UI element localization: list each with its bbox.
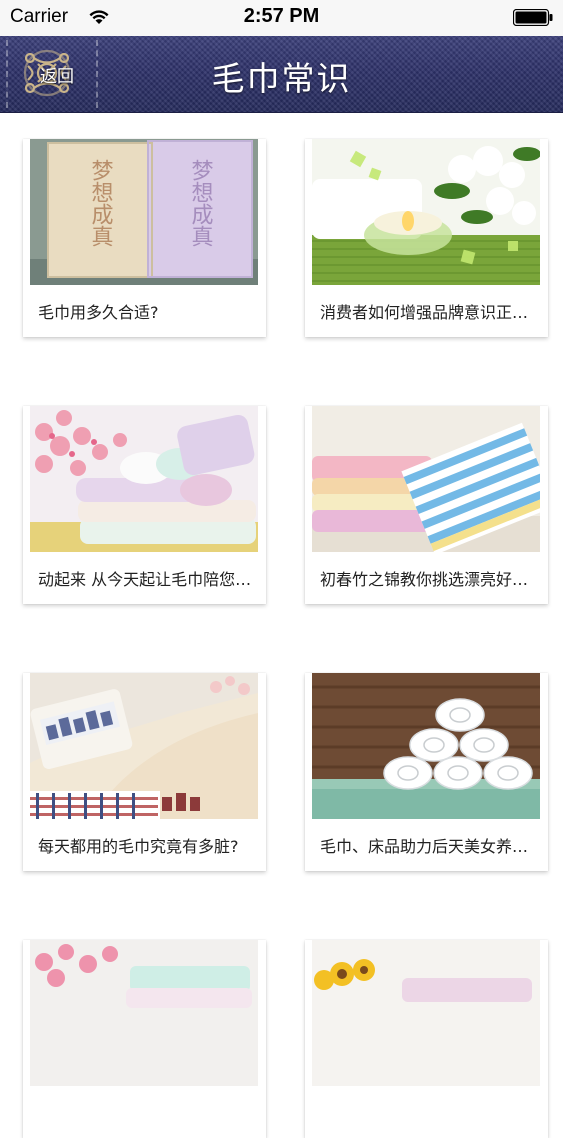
article-thumbnail: [30, 940, 258, 1086]
article-card[interactable]: [23, 940, 266, 1138]
article-card[interactable]: 每天都用的毛巾究竟有多脏?: [23, 673, 266, 871]
navigation-bar: 返回 毛巾常识: [0, 36, 563, 113]
page-title: 毛巾常识: [211, 59, 352, 98]
article-card[interactable]: 动起来 从今天起让毛巾陪您…: [23, 406, 266, 604]
article-thumbnail: [30, 673, 258, 819]
thumbnail-embroidery-text: 梦想成真: [188, 159, 214, 247]
article-thumbnail: [312, 940, 540, 1086]
article-card[interactable]: [305, 940, 548, 1138]
article-title: 动起来 从今天起让毛巾陪您…: [38, 570, 252, 589]
article-card[interactable]: 消费者如何增强品牌意识正…: [305, 139, 548, 337]
article-thumbnail: [312, 406, 540, 552]
article-thumbnail: [312, 139, 540, 285]
article-title: 每天都用的毛巾究竟有多脏?: [38, 837, 239, 856]
status-bar: Carrier 2:57 PM: [0, 0, 563, 36]
article-title: 消费者如何增强品牌意识正…: [320, 303, 529, 322]
article-thumbnail: [30, 406, 258, 552]
status-time: 2:57 PM: [243, 5, 320, 27]
article-title: 初春竹之锦教你挑选漂亮好…: [320, 570, 529, 589]
article-card[interactable]: 初春竹之锦教你挑选漂亮好…: [305, 406, 548, 604]
article-card[interactable]: 梦想成真 梦想成真 毛巾用多久合适?: [23, 139, 266, 337]
article-thumbnail: 梦想成真 梦想成真: [30, 139, 258, 285]
thumbnail-embroidery-text: 梦想成真: [88, 159, 114, 247]
article-thumbnail: [312, 673, 540, 819]
article-title: 毛巾、床品助力后天美女养…: [320, 837, 529, 856]
article-card[interactable]: 毛巾、床品助力后天美女养…: [305, 673, 548, 871]
article-title: 毛巾用多久合适?: [38, 303, 159, 322]
battery-icon: [513, 9, 553, 26]
